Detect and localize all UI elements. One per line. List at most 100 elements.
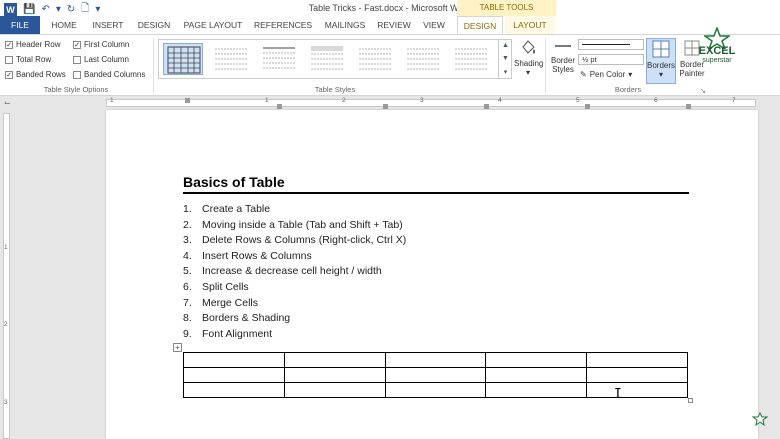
last-column-checkbox[interactable]: Last Column (73, 55, 129, 64)
dialog-launcher-icon[interactable]: ↘ (700, 87, 706, 95)
pen-color-button[interactable]: ✎ Pen Color ▾ (580, 70, 632, 79)
pen-color-label: Pen Color (589, 70, 626, 79)
column-marker[interactable] (383, 104, 388, 109)
ruler-number: 1 (4, 244, 8, 251)
borders-button[interactable]: Borders ▾ (646, 38, 676, 84)
corner-watermark-star-icon (752, 412, 768, 426)
table-cell[interactable] (283, 352, 386, 368)
scroll-down-icon[interactable]: ▼ (502, 55, 509, 62)
table-cell[interactable] (485, 367, 588, 383)
table-style-plain-2[interactable] (259, 43, 299, 75)
column-marker[interactable] (277, 104, 282, 109)
tab-view[interactable]: VIEW (418, 16, 450, 34)
ruler-number: 6 (654, 97, 658, 104)
table-cell[interactable] (283, 367, 386, 383)
ruler-number: 2 (342, 97, 346, 104)
list-item: 2. Moving inside a Table (Tab and Shift +… (183, 219, 406, 235)
tab-table-layout[interactable]: LAYOUT (505, 16, 555, 34)
ruler-number: 7 (732, 97, 736, 104)
table-styles-label: Table Styles (314, 85, 356, 94)
table-style-plain-3[interactable] (307, 43, 347, 75)
first-column-checkbox[interactable]: ✓ First Column (73, 40, 129, 49)
document-table[interactable] (183, 352, 688, 398)
ibeam-cursor-icon: I (614, 387, 622, 402)
tab-page-layout[interactable]: PAGE LAYOUT (180, 16, 246, 34)
table-cell[interactable] (485, 382, 588, 398)
list-text: Delete Rows & Columns (Right-click, Ctrl… (202, 234, 407, 247)
group-separator (545, 38, 546, 94)
list-item: 1. Create a Table (183, 203, 406, 219)
list-item: 6. Split Cells (183, 281, 406, 297)
table-cell[interactable] (283, 382, 386, 398)
line-weight-dropdown[interactable]: ½ pt (578, 54, 644, 65)
more-styles-icon[interactable]: ▾ (504, 68, 508, 76)
table-style-plain-5[interactable] (403, 43, 443, 75)
banded-columns-label: Banded Columns (84, 70, 146, 79)
line-style-dropdown[interactable] (578, 39, 644, 50)
tab-review[interactable]: REVIEW (376, 16, 412, 34)
border-styles-button[interactable]: Border Styles (549, 38, 577, 74)
ruler-track[interactable] (106, 99, 756, 107)
list-text: Font Alignment (202, 327, 273, 340)
ruler-number: 3 (4, 399, 8, 406)
list-text: Create a Table (202, 203, 271, 215)
scroll-up-icon[interactable]: ▲ (502, 42, 509, 49)
tab-file[interactable]: FILE (0, 16, 40, 34)
table-style-plain-6[interactable] (451, 43, 491, 75)
table-cell[interactable] (384, 367, 487, 383)
table-row (183, 367, 688, 383)
heading-underline (183, 192, 689, 194)
header-row-checkbox[interactable]: ✓ Header Row (5, 40, 60, 49)
list-item: 5. Increase & decrease cell height / widt… (183, 265, 406, 281)
table-resize-handle[interactable] (688, 398, 693, 403)
table-style-grid-selected[interactable] (163, 43, 203, 75)
table-cell[interactable] (485, 352, 588, 368)
banded-columns-checkbox[interactable]: Banded Columns (73, 70, 145, 79)
checkbox-empty-icon (73, 70, 81, 79)
ruler-number: 4 (498, 97, 502, 104)
ruler-number: 3 (420, 97, 424, 104)
table-style-plain-4[interactable] (355, 43, 395, 75)
tab-design[interactable]: DESIGN (134, 16, 174, 34)
table-cell[interactable] (183, 382, 285, 398)
list-text: Moving inside a Table (Tab and Shift + T… (202, 218, 403, 231)
shading-button[interactable]: Shading ▾ (514, 37, 543, 77)
numbered-list[interactable]: 1. Create a Table 2. Moving inside a Table… (183, 203, 406, 343)
tab-mailings[interactable]: MAILINGS (320, 16, 370, 34)
banded-rows-checkbox[interactable]: ✓ Banded Rows (5, 70, 66, 79)
checkmark-icon: ✓ (73, 40, 81, 49)
ruler-number: 1 (110, 97, 114, 104)
table-cell[interactable] (384, 382, 487, 398)
tab-insert[interactable]: INSERT (88, 16, 128, 34)
tab-table-design[interactable]: DESIGN (457, 16, 503, 34)
column-marker[interactable] (686, 104, 691, 109)
document-heading[interactable]: Basics of Table (183, 174, 285, 190)
table-tools-label: TABLE TOOLS (457, 0, 556, 16)
tab-home[interactable]: HOME (46, 16, 82, 34)
table-cell[interactable] (586, 382, 688, 398)
vertical-ruler-track[interactable] (3, 113, 10, 439)
column-marker[interactable] (484, 104, 489, 109)
border-styles-label: Border (550, 56, 575, 65)
table-cell[interactable] (183, 352, 285, 368)
list-item: 3. Delete Rows & Columns (Right-click, Ct… (183, 234, 406, 250)
line-weight-value: ½ pt (582, 55, 597, 64)
list-text: Borders & Shading (202, 312, 291, 325)
list-number: 2. (183, 218, 192, 231)
list-number: 5. (183, 265, 192, 278)
table-cell[interactable] (183, 367, 285, 383)
table-move-handle-icon[interactable]: + (173, 343, 182, 352)
tab-references[interactable]: REFERENCES (252, 16, 314, 34)
border-painter-label-2: Painter (679, 69, 705, 78)
list-item: 9. Font Alignment (183, 328, 406, 344)
table-style-plain-1[interactable] (211, 43, 251, 75)
indent-marker[interactable] (185, 98, 190, 103)
list-number: 3. (183, 234, 192, 247)
table-cell[interactable] (384, 352, 487, 368)
total-row-checkbox[interactable]: Total Row (5, 55, 51, 64)
table-cell[interactable] (586, 352, 688, 368)
column-marker[interactable] (585, 104, 590, 109)
table-cell[interactable] (586, 367, 688, 383)
list-number: 9. (183, 327, 192, 340)
tab-selector-icon[interactable]: ⌙ (4, 99, 12, 107)
